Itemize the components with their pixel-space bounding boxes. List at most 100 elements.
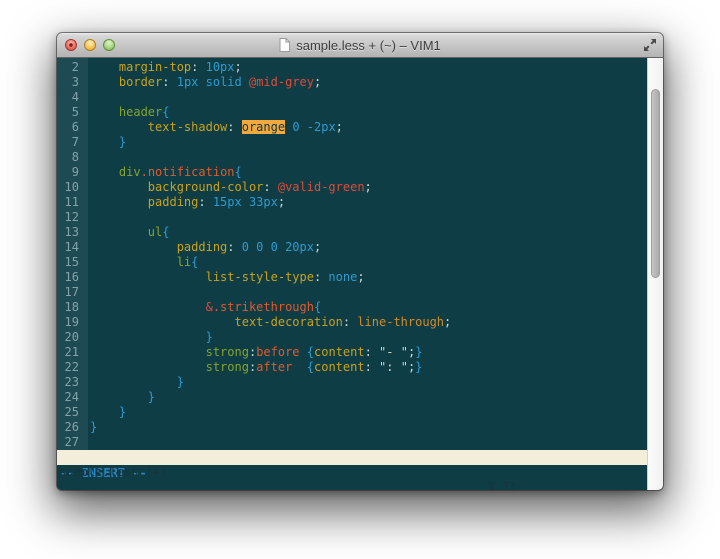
line-number: 12 [57,210,88,225]
code-line[interactable]: 4 [57,90,647,105]
line-number: 3 [57,75,88,90]
editor-content: 2 margin-top: 10px;3 border: 1px solid @… [57,58,647,490]
line-number: 20 [57,330,88,345]
token-val: { [314,300,321,314]
code-line[interactable]: 8 [57,150,647,165]
token-elem: ul [148,225,162,239]
minimize-button[interactable] [84,39,96,51]
token-val: 0 -2px [285,120,336,134]
token-cls: after [256,360,292,374]
token-pun: ; [444,315,451,329]
token-ws [90,120,148,134]
code-text[interactable]: } [88,330,213,345]
code-text[interactable]: margin-top: 10px; [88,60,242,75]
code-line[interactable]: 9 div.notification{ [57,165,647,180]
line-number: 19 [57,315,88,330]
token-elem: strong [206,360,249,374]
code-text[interactable]: div.notification{ [88,165,242,180]
vim-statusline: sample.less [+] 3,33 Bot [57,450,647,465]
token-pun: : [365,345,379,359]
vim-window: sample.less + (~) – VIM1 2 margin-top: 1… [57,33,663,490]
code-text[interactable]: background-color: @valid-green; [88,180,372,195]
code-line[interactable]: 15 li{ [57,255,647,270]
code-line[interactable]: 27 [57,435,647,450]
token-hl: orange [242,120,285,134]
code-line[interactable]: 23 } [57,375,647,390]
code-line[interactable]: 22 strong:after {content: ": ";} [57,360,647,375]
zoom-button[interactable] [103,39,115,51]
token-pun: : [191,60,205,74]
code-line[interactable]: 2 margin-top: 10px; [57,60,647,75]
code-text[interactable]: strong:before {content: "- ";} [88,345,422,360]
code-text[interactable]: strong:after {content: ": ";} [88,360,422,375]
code-text[interactable]: } [88,390,155,405]
code-text[interactable] [88,285,90,300]
scrollbar-track[interactable] [647,58,663,490]
code-text[interactable]: li{ [88,255,198,270]
code-text[interactable]: text-decoration: line-through; [88,315,451,330]
code-area[interactable]: 2 margin-top: 10px;3 border: 1px solid @… [57,58,647,450]
code-line[interactable]: 24 } [57,390,647,405]
close-button[interactable] [65,39,77,51]
code-text[interactable]: text-shadow: orange 0 -2px; [88,120,343,135]
code-text[interactable]: } [88,135,126,150]
code-line[interactable]: 25 } [57,405,647,420]
code-line[interactable]: 21 strong:before {content: "- ";} [57,345,647,360]
token-ws [90,60,119,74]
token-ws [90,375,177,389]
code-line[interactable]: 3 border: 1px solid @mid-grey; [57,75,647,90]
title-bar[interactable]: sample.less + (~) – VIM1 [57,33,663,58]
token-val: { [307,345,314,359]
code-text[interactable]: ul{ [88,225,169,240]
token-pun: : [227,240,241,254]
code-line[interactable]: 20 } [57,330,647,345]
token-pun: ; [235,60,242,74]
code-line[interactable]: 10 background-color: @valid-green; [57,180,647,195]
token-val: { [191,255,198,269]
code-text[interactable]: list-style-type: none; [88,270,365,285]
token-ws [90,105,119,119]
scrollbar-thumb[interactable] [651,89,660,278]
token-ws [300,345,307,359]
token-ws [90,405,119,419]
code-text[interactable]: } [88,405,126,420]
token-pun: : [162,75,176,89]
code-text[interactable]: padding: 15px 33px; [88,195,285,210]
token-ws [90,195,148,209]
code-text[interactable]: border: 1px solid @mid-grey; [88,75,321,90]
code-text[interactable] [88,435,90,450]
code-line[interactable]: 17 [57,285,647,300]
code-text[interactable]: padding: 0 0 0 20px; [88,240,321,255]
code-text[interactable]: header{ [88,105,170,120]
line-number: 8 [57,150,88,165]
fullscreen-icon[interactable] [643,38,657,52]
code-line[interactable]: 26} [57,420,647,435]
window-title-group: sample.less + (~) – VIM1 [279,38,441,53]
token-pun: : [263,180,277,194]
code-line[interactable]: 13 ul{ [57,225,647,240]
line-number: 9 [57,165,88,180]
code-line[interactable]: 12 [57,210,647,225]
code-line[interactable]: 14 padding: 0 0 0 20px; [57,240,647,255]
token-cls: .strikethrough [213,300,314,314]
code-line[interactable]: 11 padding: 15px 33px; [57,195,647,210]
code-text[interactable]: &.strikethrough{ [88,300,321,315]
code-line[interactable]: 5 header{ [57,105,647,120]
code-line[interactable]: 7 } [57,135,647,150]
token-str: ": " [379,360,408,374]
code-line[interactable]: 19 text-decoration: line-through; [57,315,647,330]
code-line[interactable]: 6 text-shadow: orange 0 -2px; [57,120,647,135]
window-title: sample.less + (~) – VIM1 [296,38,441,53]
line-number: 21 [57,345,88,360]
code-text[interactable]: } [88,420,97,435]
token-ws [292,360,306,374]
code-line[interactable]: 18 &.strikethrough{ [57,300,647,315]
token-ws [90,300,206,314]
code-text[interactable] [88,210,90,225]
code-line[interactable]: 16 list-style-type: none; [57,270,647,285]
code-text[interactable] [88,150,90,165]
code-text[interactable] [88,90,90,105]
code-text[interactable]: } [88,375,184,390]
token-pun: : [343,315,357,329]
line-number: 5 [57,105,88,120]
